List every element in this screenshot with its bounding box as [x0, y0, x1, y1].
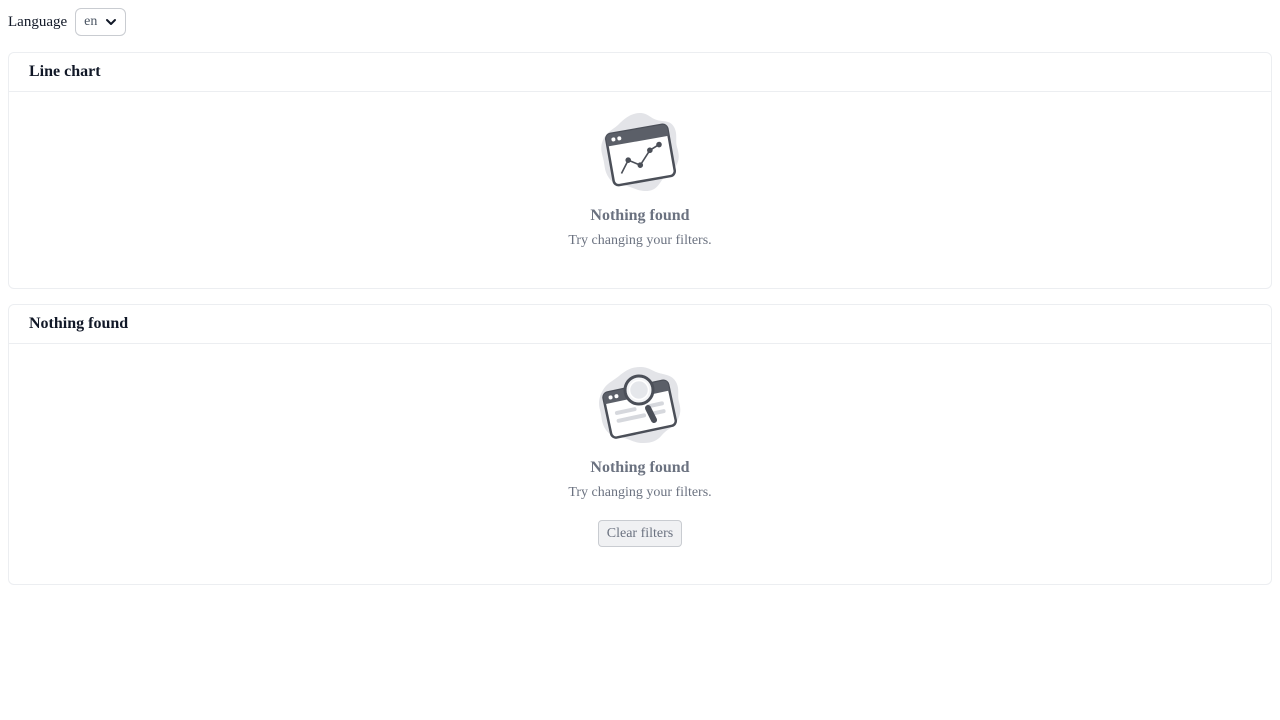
card-title: Nothing found [29, 315, 129, 332]
page: Language en Line chart Nothing found Try… [0, 0, 1280, 585]
line-chart-card: Line chart Nothing found Try changing yo… [8, 52, 1272, 289]
empty-state: Nothing found Try changing your filters.… [9, 344, 1271, 547]
search-magnifier-window-icon [599, 367, 681, 443]
language-select[interactable]: en [75, 8, 127, 36]
empty-state-description: Try changing your filters. [568, 233, 712, 248]
language-label: Language [8, 13, 68, 30]
empty-state: Nothing found Try changing your filters. [9, 92, 1271, 249]
language-row: Language en [8, 8, 1272, 36]
nothing-found-card: Nothing found Nothing found Try changing… [8, 304, 1272, 585]
line-chart-window-icon [601, 113, 679, 191]
empty-state-title: Nothing found [590, 207, 690, 224]
empty-state-title: Nothing found [590, 459, 690, 476]
language-select-value: en [84, 14, 98, 29]
card-header: Nothing found [9, 305, 1271, 344]
card-header: Line chart [9, 53, 1271, 92]
card-title: Line chart [29, 63, 101, 80]
clear-filters-button[interactable]: Clear filters [597, 520, 683, 547]
chevron-down-icon [106, 19, 117, 25]
empty-state-description: Try changing your filters. [568, 485, 712, 500]
